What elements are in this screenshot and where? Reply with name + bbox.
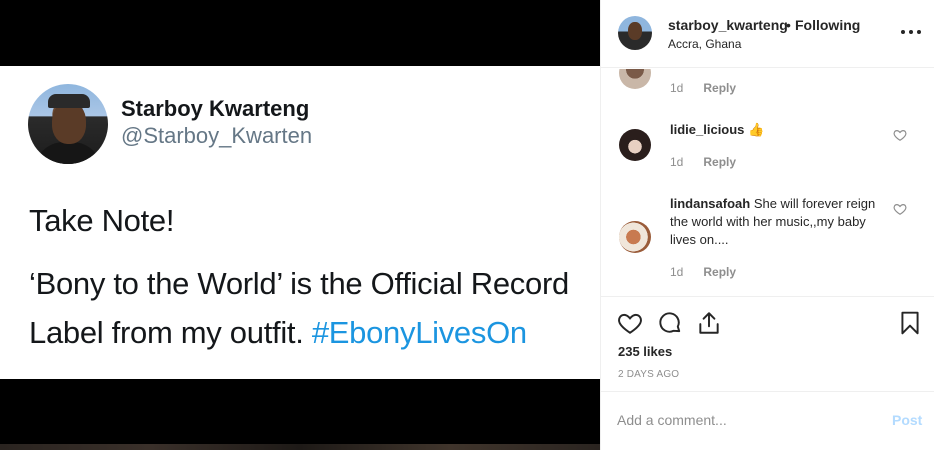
comment-text: lidie_licious 👍 xyxy=(670,121,880,139)
comment-avatar[interactable] xyxy=(619,221,651,253)
comment-like-heart-icon[interactable] xyxy=(893,128,907,142)
comment-username[interactable]: lindansafoah xyxy=(670,196,750,211)
comment-like-heart-icon[interactable] xyxy=(893,202,907,216)
comment-username[interactable]: lidie_licious xyxy=(670,122,744,137)
reply-button[interactable]: Reply xyxy=(703,155,736,169)
tweet-handle: @Starboy_Kwarten xyxy=(121,123,313,148)
author-username[interactable]: starboy_kwarteng xyxy=(668,17,788,33)
tweet-avatar xyxy=(28,84,108,164)
reply-button[interactable]: Reply xyxy=(703,81,736,95)
comment-body: 👍 xyxy=(748,122,765,137)
tweet-text-line-3: Label from my outfit. #EbonyLivesOn xyxy=(29,315,527,351)
post-side-panel: starboy_kwarteng • Following Accra, Ghan… xyxy=(600,0,934,450)
share-icon[interactable] xyxy=(696,310,722,336)
header-separator: • xyxy=(786,17,791,33)
reply-button[interactable]: Reply xyxy=(703,265,736,279)
tweet-text-line-2: ‘Bony to the World’ is the Official Reco… xyxy=(29,266,569,301)
add-comment-bar: Post xyxy=(601,392,934,450)
comment-meta: 1d Reply xyxy=(670,81,736,95)
post-comment-button[interactable]: Post xyxy=(892,412,922,428)
more-options-icon[interactable] xyxy=(901,22,921,42)
tweet-hashtag: #EbonyLivesOn xyxy=(311,315,527,350)
comment-age: 1d xyxy=(670,81,684,95)
next-image-strip xyxy=(0,444,600,450)
likes-count[interactable]: 235 likes xyxy=(618,344,672,359)
comment-age: 1d xyxy=(670,155,684,169)
comment-meta: 1d Reply xyxy=(670,265,736,279)
post-media[interactable]: Starboy Kwarteng @Starboy_Kwarten Take N… xyxy=(0,0,600,450)
comment-icon[interactable] xyxy=(657,310,683,336)
post-actions: 235 likes 2 DAYS AGO xyxy=(601,298,934,392)
tweet-text-line-3-body: Label from my outfit. xyxy=(29,315,312,350)
post-location[interactable]: Accra, Ghana xyxy=(668,37,741,51)
author-avatar[interactable] xyxy=(618,16,652,50)
comments-list[interactable]: 1d Reply lidie_licious 👍 1d Reply lindansa… xyxy=(601,69,934,297)
comment-input[interactable] xyxy=(617,412,867,428)
comment-age: 1d xyxy=(670,265,684,279)
bookmark-icon[interactable] xyxy=(897,310,923,336)
comment-text: lindansafoah She will forever reign the … xyxy=(670,195,880,249)
tweet-display-name: Starboy Kwarteng xyxy=(121,96,310,121)
following-button[interactable]: Following xyxy=(795,17,860,33)
comment-avatar[interactable] xyxy=(619,69,651,89)
post-timestamp[interactable]: 2 DAYS AGO xyxy=(618,369,679,380)
tweet-text-line-1: Take Note! xyxy=(29,203,175,238)
comment-meta: 1d Reply xyxy=(670,155,736,169)
heart-icon[interactable] xyxy=(617,310,643,336)
comment-avatar[interactable] xyxy=(619,129,651,161)
post-header: starboy_kwarteng • Following Accra, Ghan… xyxy=(601,0,934,68)
